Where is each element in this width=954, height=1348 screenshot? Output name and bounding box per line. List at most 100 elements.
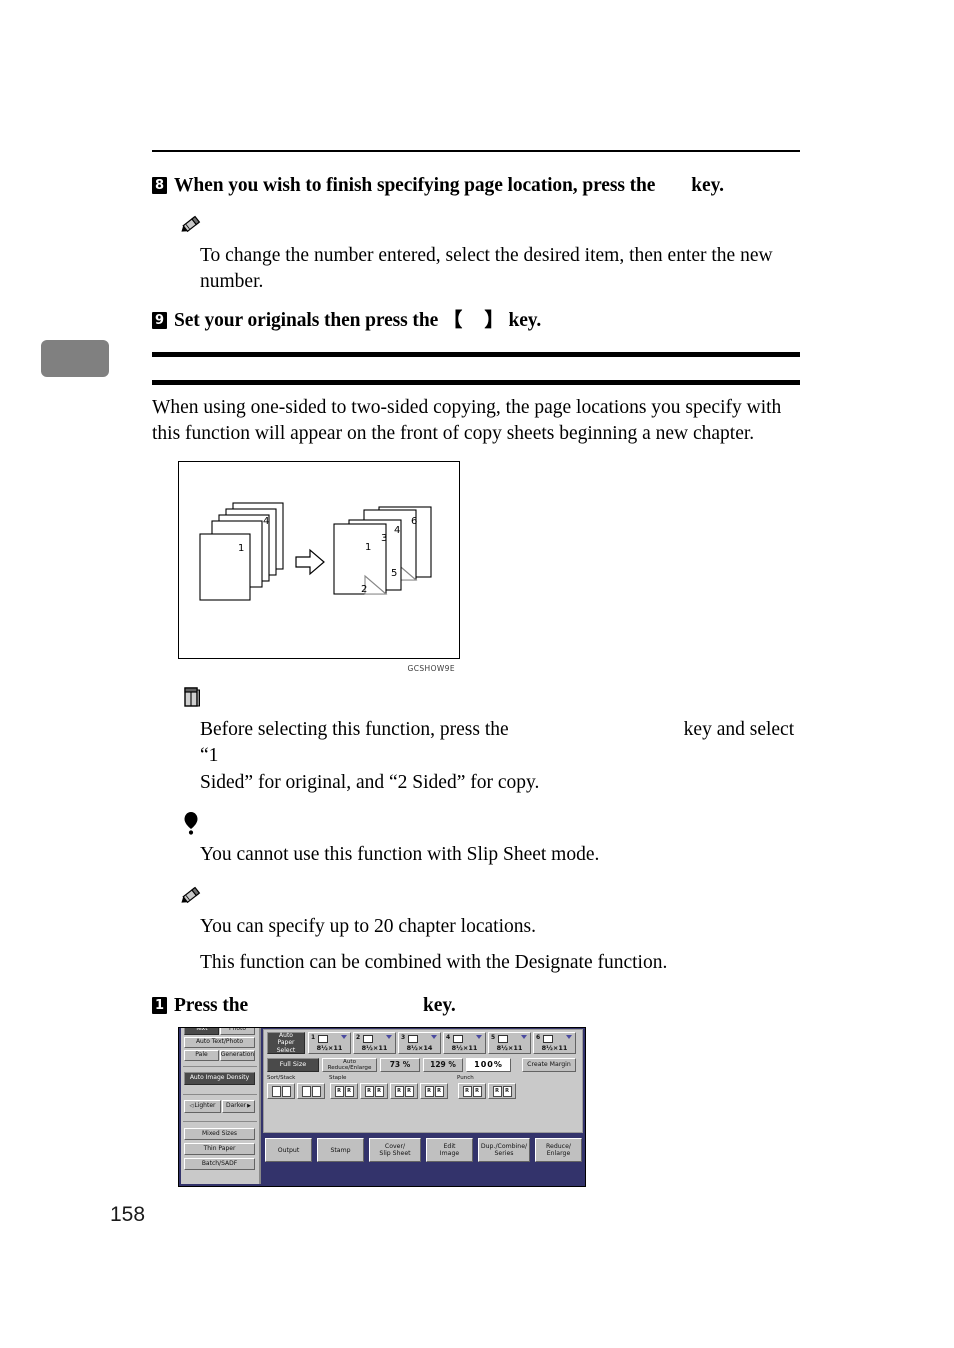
note-2-body: You can specify up to 20 chapter locatio… — [200, 914, 800, 976]
lcd-tray-1-number: 1 — [311, 1034, 316, 1042]
page-icon: R — [334, 1085, 344, 1097]
lcd-button-photo[interactable]: Photo — [220, 1028, 255, 1036]
paper-tray-icon — [543, 1035, 553, 1044]
lcd-tray-6-number: 6 — [536, 1034, 541, 1042]
page-icon: R — [364, 1085, 374, 1097]
chapter-illustration-svg: 4 1 6 4 5 3 1 2 — [199, 502, 432, 601]
page-icon: R — [492, 1085, 502, 1097]
lcd-button-edit-image[interactable]: Edit Image — [426, 1138, 473, 1163]
note-2-line-2: This function can be combined with the D… — [200, 952, 668, 974]
page-number: 158 — [110, 1203, 146, 1226]
note-1-line-1: To change the number entered, select the… — [200, 244, 773, 292]
paper-tray-icon — [453, 1035, 463, 1044]
lcd-tray-5-size: 8½×11 — [496, 1044, 523, 1053]
lcd-button-ratio-73[interactable]: 73 % — [380, 1058, 420, 1073]
lcd-button-cover-line-2: Slip Sheet — [379, 1150, 411, 1158]
lcd-tray-2[interactable]: 2 8½×11 — [353, 1032, 396, 1055]
lcd-tray-4-size: 8½×11 — [451, 1044, 478, 1053]
book-icon — [184, 686, 200, 707]
chevron-down-icon — [566, 1035, 572, 1040]
lcd-button-reduce-enlarge[interactable]: Reduce/ Enlarge — [535, 1138, 582, 1163]
lcd-tray-6-size: 8½×11 — [541, 1044, 568, 1053]
page-icon: R — [394, 1085, 404, 1097]
lcd-left-divider-1 — [183, 1066, 257, 1068]
lcd-button-dup-line-1: Dup./Combine/ — [480, 1142, 528, 1150]
lcd-button-stamp[interactable]: Stamp — [317, 1138, 364, 1163]
lcd-button-staple-1[interactable]: R R — [330, 1083, 358, 1100]
page-icon: R — [472, 1085, 482, 1097]
note-important-line-1: You cannot use this function with Slip S… — [200, 844, 600, 866]
lcd-button-stack[interactable] — [297, 1083, 325, 1100]
copier-lcd-panel[interactable]: Text Photo Auto Text/Photo Pale Generati… — [178, 1027, 586, 1188]
lcd-button-ratio-129[interactable]: 129 % — [423, 1058, 463, 1073]
page-icon: R — [404, 1085, 414, 1097]
lcd-button-generation[interactable]: Generation — [220, 1050, 255, 1062]
lcd-button-full-size[interactable]: Full Size — [267, 1058, 319, 1073]
lcd-button-auto-reduce-enlarge[interactable]: Auto Reduce/Enlarge — [322, 1058, 377, 1073]
lcd-button-thin-paper[interactable]: Thin Paper — [184, 1143, 255, 1156]
lcd-button-staple-4[interactable]: R R — [420, 1083, 448, 1100]
note-block-important: You cannot use this function with Slip S… — [152, 810, 800, 868]
lcd-button-auto-paper-select[interactable]: Auto Paper Select — [267, 1032, 305, 1055]
lcd-left-divider-3 — [183, 1121, 257, 1123]
section-end-rule — [152, 351, 800, 357]
lcd-button-output-line-1: Output — [277, 1146, 300, 1154]
figure-caption: GCSHOW9E — [407, 663, 455, 673]
lcd-button-auto-image-density[interactable]: Auto Image Density — [184, 1072, 255, 1086]
lcd-label-sort-stack: Sort/Stack — [267, 1075, 296, 1082]
lcd-button-auto-text-photo[interactable]: Auto Text/Photo — [184, 1037, 255, 1049]
lcd-label-punch: Punch — [457, 1075, 474, 1082]
lcd-left-column: Text Photo Auto Text/Photo Pale Generati… — [181, 1028, 261, 1185]
lighter-arrow-icon: ◁ — [189, 1102, 194, 1109]
lcd-button-staple-3[interactable]: R R — [390, 1083, 418, 1100]
lcd-tray-3[interactable]: 3 8½×14 — [398, 1032, 441, 1055]
lcd-tray-6[interactable]: 6 8½×11 — [533, 1032, 576, 1055]
note-1-body: To change the number entered, select the… — [200, 243, 800, 295]
step-1-text-before: Press the — [174, 995, 249, 1017]
original-label-4: 4 — [263, 516, 269, 527]
paper-tray-icon — [408, 1035, 418, 1044]
lcd-right-panel: Auto Paper Select 1 8½×11 2 8½×11 3 8½×1 — [263, 1029, 583, 1134]
lcd-button-dup-line-2: Series — [494, 1150, 514, 1158]
lcd-button-staple-2[interactable]: R R — [360, 1083, 388, 1100]
lcd-tray-4[interactable]: 4 8½×11 — [443, 1032, 486, 1055]
darker-arrow-icon: ▶ — [247, 1102, 252, 1109]
chapter-thumb-tab — [41, 340, 109, 377]
lcd-button-create-margin[interactable]: Create Margin — [522, 1058, 576, 1073]
page-icon — [281, 1085, 291, 1097]
step-9-number: 9 — [152, 311, 167, 329]
intro-paragraph: When using one-sided to two-sided copyin… — [152, 396, 782, 444]
page-icon: R — [374, 1085, 384, 1097]
chevron-down-icon — [341, 1035, 347, 1040]
lcd-button-dup-combine-series[interactable]: Dup./Combine/ Series — [478, 1138, 530, 1163]
lcd-tray-5[interactable]: 5 8½×11 — [488, 1032, 531, 1055]
pencil-icon — [181, 886, 201, 904]
lcd-button-output[interactable]: Output — [265, 1138, 312, 1163]
lcd-button-cover-slip-sheet[interactable]: Cover/ Slip Sheet — [369, 1138, 421, 1163]
note-important-body: You cannot use this function with Slip S… — [200, 842, 800, 868]
lcd-tray-4-number: 4 — [446, 1034, 451, 1042]
lcd-button-pale[interactable]: Pale — [184, 1050, 219, 1062]
lcd-button-mixed-sizes[interactable]: Mixed Sizes — [184, 1128, 255, 1141]
lcd-button-sort[interactable] — [267, 1083, 295, 1100]
lcd-button-darker[interactable]: Darker ▶ — [222, 1100, 255, 1114]
lcd-tray-1-size: 8½×11 — [316, 1044, 343, 1053]
lcd-tray-3-number: 3 — [401, 1034, 406, 1042]
note-block-reference: Before selecting this function, press th… — [152, 685, 800, 797]
lcd-button-punch-2[interactable]: R R — [488, 1083, 516, 1100]
paper-tray-icon — [318, 1035, 328, 1044]
lcd-button-reduce-line-2: Enlarge — [546, 1150, 571, 1158]
lcd-button-text[interactable]: Text — [184, 1028, 219, 1036]
lcd-tray-1[interactable]: 1 8½×11 — [308, 1032, 351, 1055]
lcd-display-ratio-100[interactable]: 100% — [466, 1058, 511, 1073]
lcd-button-punch-1[interactable]: R R — [458, 1083, 486, 1100]
page-icon: R — [344, 1085, 354, 1097]
lcd-button-lighter[interactable]: ◁ Lighter — [184, 1100, 221, 1114]
step-9-bracket-close: 】 — [484, 309, 504, 331]
page-icon — [311, 1085, 321, 1097]
paper-tray-icon — [498, 1035, 508, 1044]
step-8-number: 8 — [152, 177, 167, 194]
lcd-tray-2-size: 8½×11 — [361, 1044, 388, 1053]
lcd-left-divider-2 — [183, 1094, 257, 1096]
lcd-button-batch-sadf[interactable]: Batch/SADF — [184, 1158, 255, 1171]
